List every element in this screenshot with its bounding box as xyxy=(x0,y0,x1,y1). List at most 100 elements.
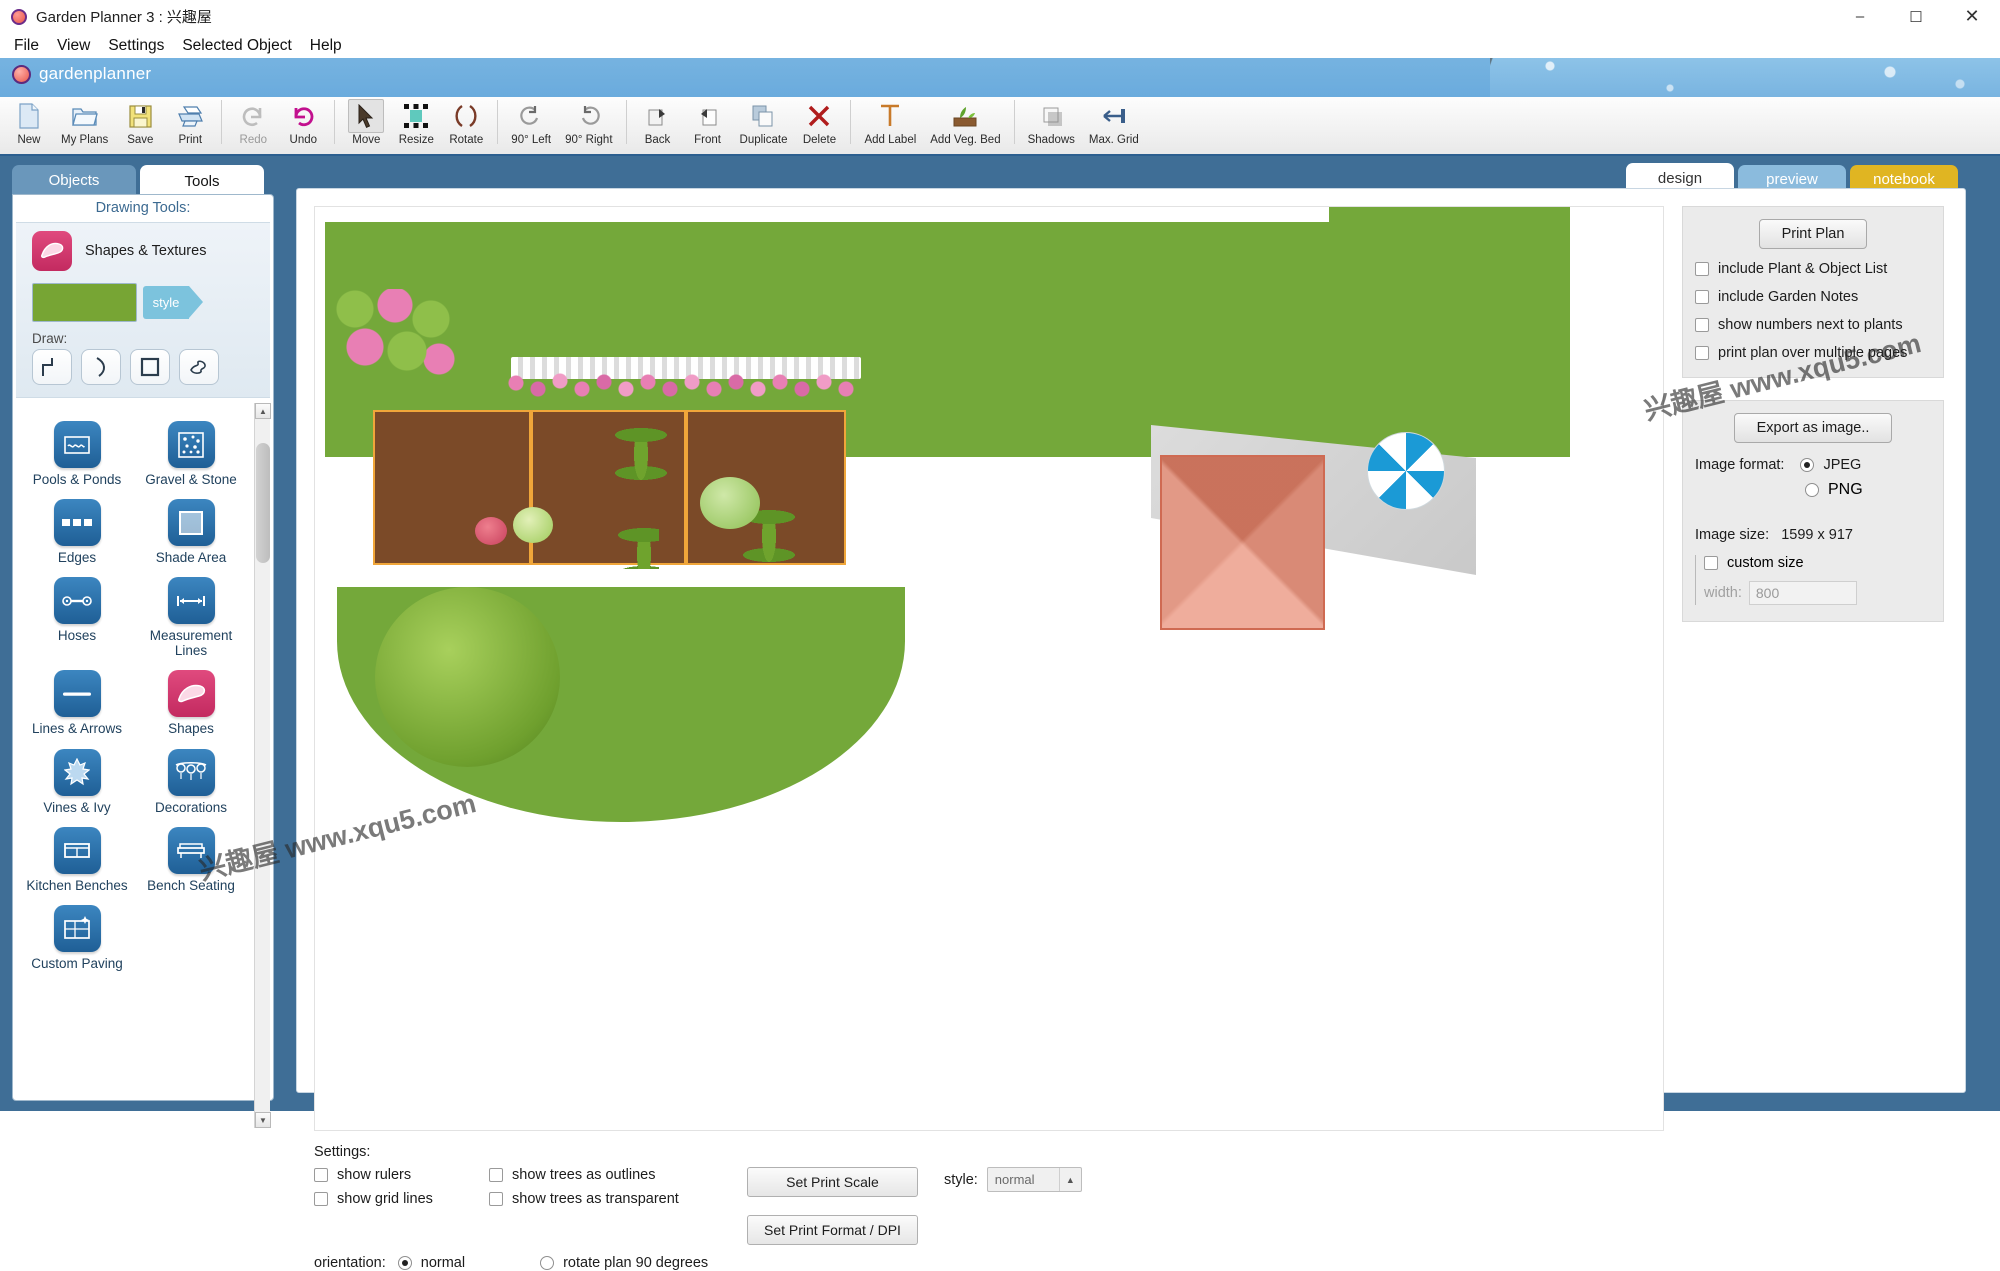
toolbar-max-grid-button[interactable]: Max. Grid xyxy=(1082,97,1146,151)
plant-bush-a[interactable] xyxy=(700,477,760,529)
plant-palm-3[interactable] xyxy=(615,525,659,569)
plant-bush-b[interactable] xyxy=(513,507,553,543)
print-plan-button[interactable]: Print Plan xyxy=(1759,219,1868,249)
checkbox-box[interactable] xyxy=(1695,318,1709,332)
checkbox-box[interactable] xyxy=(489,1168,503,1182)
checkbox-multiple-pages[interactable]: print plan over multiple pages xyxy=(1695,345,1931,361)
toolbar-redo-button[interactable]: Redo xyxy=(228,97,278,151)
step-line-tool[interactable] xyxy=(32,349,72,385)
patio-umbrella[interactable] xyxy=(1367,432,1445,510)
toolbar-move-button[interactable]: Move xyxy=(341,97,391,151)
toolbar-add-label-button[interactable]: Add Label xyxy=(857,97,923,151)
toolbar-rotate-button[interactable]: Rotate xyxy=(441,97,491,151)
tool-gravel-stone[interactable]: Gravel & Stone xyxy=(137,421,245,487)
menu-item-settings[interactable]: Settings xyxy=(99,35,173,57)
rectangle-tool[interactable] xyxy=(130,349,170,385)
toolbar-duplicate-button[interactable]: Duplicate xyxy=(733,97,795,151)
toolbar-new-button[interactable]: New xyxy=(4,97,54,151)
scroll-down-icon[interactable]: ▼ xyxy=(255,1112,271,1128)
checkbox-show-rulers[interactable]: show rulers xyxy=(314,1167,489,1183)
checkbox-show-numbers[interactable]: show numbers next to plants xyxy=(1695,317,1931,333)
lawn-area-extension[interactable] xyxy=(1329,207,1570,322)
plant-palm-1[interactable] xyxy=(612,425,670,483)
checkbox-show-grid-lines[interactable]: show grid lines xyxy=(314,1191,489,1207)
tool-shapes[interactable]: Shapes xyxy=(137,670,245,736)
menu-item-view[interactable]: View xyxy=(48,35,99,57)
toolbar-my-plans-button[interactable]: My Plans xyxy=(54,97,115,151)
checkbox-include-plant-list[interactable]: include Plant & Object List xyxy=(1695,261,1931,277)
toolbar-rotate-left-button[interactable]: 90° Left xyxy=(504,97,558,151)
export-as-image-button[interactable]: Export as image.. xyxy=(1734,413,1893,443)
plant-bush-c[interactable] xyxy=(475,517,507,545)
tool-hoses[interactable]: Hoses xyxy=(23,577,131,658)
flower-hedge-row[interactable] xyxy=(508,369,870,404)
maximize-button[interactable]: ☐ xyxy=(1888,0,1944,33)
tool-shade-area[interactable]: Shade Area xyxy=(137,499,245,565)
toolbar-back-button[interactable]: Back xyxy=(633,97,683,151)
scrollbar-thumb[interactable] xyxy=(256,443,270,563)
close-button[interactable]: ✕ xyxy=(1944,0,2000,33)
radio-button[interactable] xyxy=(540,1256,554,1270)
radio-button[interactable] xyxy=(398,1256,412,1270)
tool-pools-ponds[interactable]: Pools & Ponds xyxy=(23,421,131,487)
format-option-png[interactable]: PNG xyxy=(1805,481,1931,499)
toolbar-rotate-right-button[interactable]: 90° Right xyxy=(558,97,619,151)
color-swatch[interactable] xyxy=(32,283,137,322)
toolbar-add-veg-bed-button[interactable]: Add Veg. Bed xyxy=(923,97,1007,151)
checkbox-label: show rulers xyxy=(337,1167,411,1183)
toolbar-save-button[interactable]: Save xyxy=(115,97,165,151)
radio-orientation-rotate90[interactable]: rotate plan 90 degrees xyxy=(540,1255,708,1271)
tool-bench-seating[interactable]: Bench Seating xyxy=(137,827,245,893)
checkbox-box[interactable] xyxy=(1695,262,1709,276)
scroll-up-icon[interactable]: ▲ xyxy=(255,403,271,419)
toolbar-delete-button[interactable]: Delete xyxy=(794,97,844,151)
flowering-shrub-cluster[interactable] xyxy=(335,289,460,384)
veg-bed-1[interactable] xyxy=(373,410,531,565)
large-tree[interactable] xyxy=(375,587,560,777)
checkbox-trees-outlines[interactable]: show trees as outlines xyxy=(489,1167,729,1183)
radio-button[interactable] xyxy=(1805,483,1819,497)
freehand-tool[interactable] xyxy=(179,349,219,385)
style-select[interactable]: normal ▲ xyxy=(987,1167,1082,1192)
set-print-scale-button[interactable]: Set Print Scale xyxy=(747,1167,918,1197)
toolbar-front-button[interactable]: Front xyxy=(683,97,733,151)
checkbox-box[interactable] xyxy=(489,1192,503,1206)
tab-objects[interactable]: Objects xyxy=(12,165,136,195)
width-input[interactable]: 800 xyxy=(1749,581,1857,605)
tool-custom-paving[interactable]: Custom Paving xyxy=(23,905,131,971)
tool-kitchen-benches[interactable]: Kitchen Benches xyxy=(23,827,131,893)
checkbox-trees-transparent[interactable]: show trees as transparent xyxy=(489,1191,729,1207)
paved-deck[interactable] xyxy=(1160,455,1325,630)
radio-button[interactable] xyxy=(1800,458,1814,472)
shapes-textures-row[interactable]: Shapes & Textures xyxy=(16,231,270,271)
garden-plan-canvas[interactable] xyxy=(314,206,1664,1131)
checkbox-box[interactable] xyxy=(1695,346,1709,360)
tool-edges[interactable]: Edges xyxy=(23,499,131,565)
checkbox-custom-size[interactable]: custom size xyxy=(1704,555,1931,571)
style-button[interactable]: style xyxy=(143,286,189,319)
radio-orientation-normal[interactable]: normal xyxy=(398,1255,465,1271)
checkbox-box[interactable] xyxy=(314,1192,328,1206)
tool-measurement-lines[interactable]: Measurement Lines xyxy=(137,577,245,658)
menu-item-file[interactable]: File xyxy=(5,35,48,57)
menu-item-selected-object[interactable]: Selected Object xyxy=(173,35,300,57)
toolbar-resize-button[interactable]: Resize xyxy=(391,97,441,151)
tab-tools[interactable]: Tools xyxy=(140,165,264,197)
toolbar-shadows-button[interactable]: Shadows xyxy=(1021,97,1082,151)
tool-vines-ivy[interactable]: Vines & Ivy xyxy=(23,749,131,815)
set-print-format-button[interactable]: Set Print Format / DPI xyxy=(747,1215,918,1245)
checkbox-include-garden-notes[interactable]: include Garden Notes xyxy=(1695,289,1931,305)
minimize-button[interactable]: – xyxy=(1832,0,1888,33)
checkbox-box[interactable] xyxy=(1704,556,1718,570)
tool-lines-arrows[interactable]: Lines & Arrows xyxy=(23,670,131,736)
tools-scrollbar[interactable]: ▲ ▼ xyxy=(254,403,270,1128)
checkbox-box[interactable] xyxy=(314,1168,328,1182)
menu-item-help[interactable]: Help xyxy=(301,35,351,57)
tool-decorations[interactable]: Decorations xyxy=(137,749,245,815)
chevron-up-icon[interactable]: ▲ xyxy=(1059,1168,1081,1191)
checkbox-box[interactable] xyxy=(1695,290,1709,304)
toolbar-undo-button[interactable]: Undo xyxy=(278,97,328,151)
format-option-jpeg[interactable]: JPEG xyxy=(1800,457,1861,473)
toolbar-print-button[interactable]: Print xyxy=(165,97,215,151)
curve-tool[interactable] xyxy=(81,349,121,385)
